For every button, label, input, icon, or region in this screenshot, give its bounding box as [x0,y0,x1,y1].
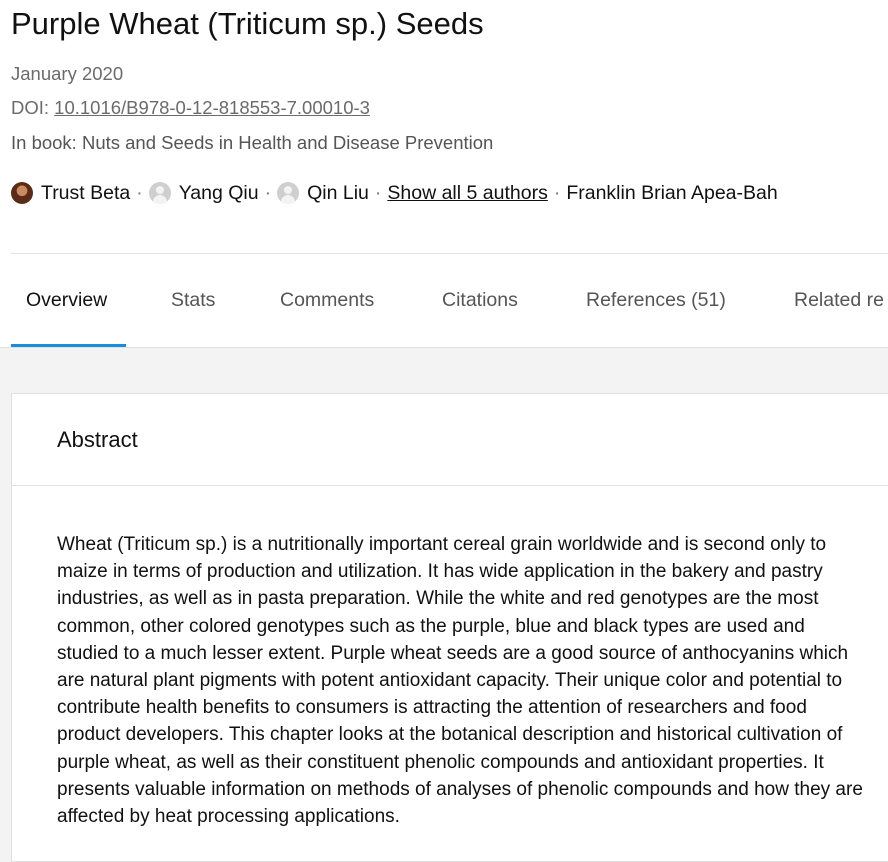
tab-comments[interactable]: Comments [280,254,374,347]
author-separator: · [136,181,143,204]
book-info: In book: Nuts and Seeds in Health and Di… [11,132,494,153]
tab-references[interactable]: References (51) [586,254,726,347]
abstract-heading: Abstract [57,427,138,452]
abstract-text: Wheat (Triticum sp.) is a nutritionally … [57,534,863,828]
author-link[interactable]: Yang Qiu [179,182,259,205]
tab-related-research[interactable]: Related re [794,254,884,347]
author-separator: · [553,181,561,204]
author-link[interactable]: Franklin Brian Apea-Bah [566,182,777,205]
author-link[interactable]: Qin Liu [307,182,369,205]
publication-header: Purple Wheat (Triticum sp.) Seeds Januar… [0,0,888,254]
author-separator: · [264,181,272,204]
author-separator: · [374,181,382,204]
author-avatar-placeholder[interactable] [277,182,300,204]
active-tab-indicator [11,344,126,347]
tab-stats[interactable]: Stats [171,254,215,347]
show-all-authors-link[interactable]: Show all 5 authors [387,182,547,205]
card-divider [12,485,888,486]
doi-line: DOI: 10.1016/B978-0-12-818553-7.00010-3 [11,96,370,120]
author-avatar[interactable] [11,182,33,204]
tab-overview[interactable]: Overview [26,254,107,347]
page-title: Purple Wheat (Triticum sp.) Seeds [11,6,484,41]
author-avatar-placeholder[interactable] [148,182,171,204]
author-link[interactable]: Trust Beta [41,182,130,205]
tab-bar: Overview Stats Comments Citations Refere… [0,254,888,348]
publication-date: January 2020 [11,63,124,84]
doi-link[interactable]: 10.1016/B978-0-12-818553-7.00010-3 [54,97,370,118]
tab-citations[interactable]: Citations [442,254,518,347]
author-list: Trust Beta · Yang Qiu · Qin Liu · Show a… [11,179,778,207]
doi-label: DOI: [11,97,55,118]
abstract-card: Abstract Wheat (Triticum sp.) is a nutri… [11,393,888,862]
